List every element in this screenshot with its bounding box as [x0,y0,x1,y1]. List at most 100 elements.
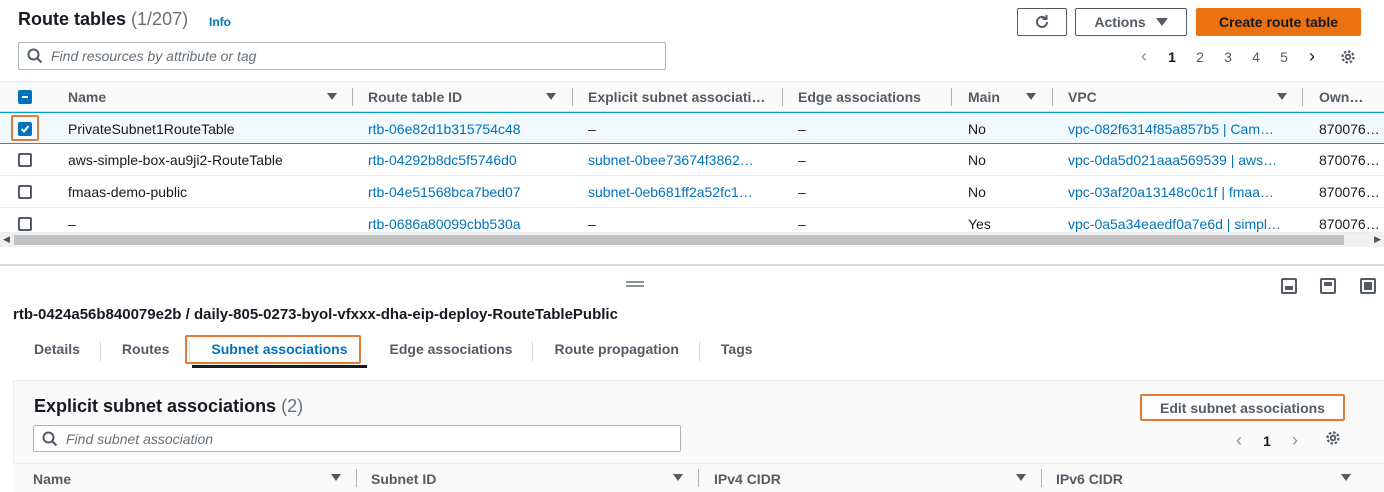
scroll-right-icon[interactable]: ▶ [1374,234,1381,245]
cell-route-table-id[interactable]: rtb-04e51568bca7bed07 [368,176,568,208]
column-header-name[interactable]: Name [33,464,233,492]
settings-gear-icon[interactable] [1324,429,1342,447]
table-row[interactable]: aws-simple-box-au9ji2-RouteTable rtb-042… [0,144,1384,176]
tab-route-propagation[interactable]: Route propagation [533,334,700,368]
column-header-route-table-id[interactable]: Route table ID [368,82,528,112]
subnet-search-input[interactable] [66,430,641,447]
cell-vpc[interactable]: vpc-0a5a34eaedf0a7e6d | simpl… [1068,208,1296,232]
drag-handle-icon[interactable] [626,281,644,287]
subnet-table-header: Name Subnet ID IPv4 CIDR IPv6 CIDR [13,463,1384,492]
row-checkbox[interactable] [18,185,32,199]
table-header: Name Route table ID Explicit subnet asso… [0,81,1384,112]
refresh-button[interactable] [1017,8,1067,36]
sort-icon[interactable] [673,474,683,481]
sort-icon[interactable] [546,93,556,100]
page-3[interactable]: 3 [1214,49,1242,65]
section-title-text: Explicit subnet associations [34,396,277,416]
search-icon [42,431,58,446]
panel-side-icon[interactable] [1320,278,1336,294]
horizontal-scrollbar[interactable]: ◀ ▶ [0,233,1384,247]
cell-name: – [68,216,76,232]
previous-page-icon[interactable]: ‹ [1130,46,1158,67]
cell-main: No [968,184,986,200]
sort-icon[interactable] [1016,474,1026,481]
column-divider[interactable] [1302,88,1303,106]
cell-route-table-id[interactable]: rtb-0686a80099cbb530a [368,208,568,232]
sort-icon[interactable] [331,474,341,481]
sort-icon[interactable] [1341,474,1351,481]
column-divider[interactable] [572,88,573,106]
info-link[interactable]: Info [209,15,231,29]
row-checkbox[interactable] [18,153,32,167]
tab-highlight [185,335,361,364]
select-all-checkbox[interactable] [18,90,32,104]
table-row[interactable]: – rtb-0686a80099cbb530a – – Yes vpc-0a5a… [0,208,1384,233]
column-header-explicit-subnet[interactable]: Explicit subnet associati… [588,82,773,112]
cell-route-table-id[interactable]: rtb-06e82d1b315754c48 [368,113,568,145]
split-panel-divider[interactable] [0,264,1384,266]
subnet-search-bar [33,425,681,452]
cell-main: Yes [968,216,991,232]
search-icon [27,48,43,64]
column-divider[interactable] [352,88,353,106]
cell-subnet[interactable]: subnet-0eb681ff2a52fc1… [588,176,773,208]
caret-down-icon [1155,17,1168,26]
tab-label: Tags [720,341,753,357]
scroll-left-icon[interactable]: ◀ [3,234,10,245]
column-header-main[interactable]: Main [968,82,1018,112]
detail-title: rtb-0424a56b840079e2b / daily-805-0273-b… [13,306,618,323]
previous-page-icon[interactable]: ‹ [1225,430,1253,451]
refresh-icon [1036,15,1048,28]
page-4[interactable]: 4 [1242,49,1270,65]
tab-tags[interactable]: Tags [700,334,774,368]
sort-icon[interactable] [1277,93,1287,100]
next-page-icon[interactable]: › [1281,430,1309,451]
edit-subnet-associations-button[interactable]: Edit subnet associations [1140,394,1345,421]
column-header-edge-associations[interactable]: Edge associations [798,82,948,112]
pagination: ‹ 1 2 3 4 5 › [1130,46,1326,67]
settings-gear-icon[interactable] [1339,48,1357,66]
search-input[interactable] [51,48,626,64]
panel-bottom-icon[interactable] [1281,278,1297,294]
column-divider[interactable] [951,88,952,106]
create-route-table-button[interactable]: Create route table [1196,8,1361,36]
scrollbar-thumb[interactable] [14,235,1344,245]
column-header-name[interactable]: Name [68,82,268,112]
column-divider[interactable] [1041,469,1042,487]
cell-vpc[interactable]: vpc-082f6314f85a857b5 | Cam… [1068,113,1296,145]
cell-edge: – [798,121,806,137]
column-divider[interactable] [698,469,699,487]
column-header-ipv6-cidr[interactable]: IPv6 CIDR [1056,464,1256,492]
column-divider[interactable] [782,88,783,106]
cell-main: No [968,152,986,168]
page-title-text: Route tables [18,9,127,29]
cell-vpc[interactable]: vpc-03af20a13148c0c1f | fmaa… [1068,176,1296,208]
next-page-icon[interactable]: › [1298,46,1326,67]
cell-route-table-id[interactable]: rtb-04292b8dc5f5746d0 [368,144,568,176]
row-checkbox[interactable] [18,217,32,231]
actions-button[interactable]: Actions [1075,8,1187,36]
column-header-ipv4-cidr[interactable]: IPv4 CIDR [714,464,914,492]
page-2[interactable]: 2 [1186,49,1214,65]
page-1[interactable]: 1 [1253,433,1281,449]
sort-icon[interactable] [1026,93,1036,100]
column-divider[interactable] [356,469,357,487]
page-1[interactable]: 1 [1158,49,1186,65]
tab-edge-associations[interactable]: Edge associations [369,334,534,368]
sort-icon[interactable] [327,93,337,100]
column-header-owner[interactable]: Own… [1319,82,1379,112]
tab-routes[interactable]: Routes [101,334,191,368]
column-header-subnet-id[interactable]: Subnet ID [371,464,571,492]
table-row[interactable]: PrivateSubnet1RouteTable rtb-06e82d1b315… [0,112,1384,144]
cell-subnet: – [588,121,596,137]
tab-details[interactable]: Details [13,334,101,368]
column-header-vpc[interactable]: VPC [1068,82,1268,112]
cell-subnet[interactable]: subnet-0bee73674f3862… [588,144,773,176]
page-5[interactable]: 5 [1270,49,1298,65]
tab-label: Edge associations [389,341,513,357]
panel-fullscreen-icon[interactable] [1360,278,1376,294]
detail-tabs: Details Routes Subnet associations Edge … [13,334,774,368]
table-row[interactable]: fmaas-demo-public rtb-04e51568bca7bed07 … [0,176,1384,208]
cell-vpc[interactable]: vpc-0da5d021aaa569539 | aws… [1068,144,1296,176]
column-divider[interactable] [1052,88,1053,106]
